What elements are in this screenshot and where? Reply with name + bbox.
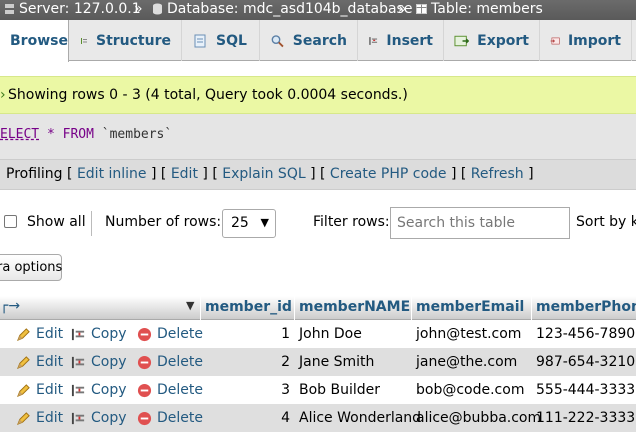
pencil-icon (17, 355, 30, 369)
cell-member-name[interactable]: Bob Builder (299, 382, 380, 398)
cell-member-id[interactable]: 1 (270, 326, 290, 342)
divider (91, 211, 92, 236)
cell-member-id[interactable]: 4 (270, 410, 290, 426)
server-icon (5, 4, 14, 14)
tab-search[interactable]: Search (260, 20, 358, 61)
cell-member-phone[interactable]: 123-456-7890 (536, 326, 635, 342)
structure-icon (80, 37, 87, 44)
copy-row-button[interactable]: Copy (71, 326, 127, 342)
cell-member-phone[interactable]: 987-654-3210 (536, 354, 635, 370)
delete-icon (137, 411, 152, 425)
show-all-checkbox[interactable] (4, 215, 17, 228)
table-row: Edit Copy Delete 3 Bob Builder bob@code.com 55… (0, 376, 636, 404)
pencil-icon (17, 327, 30, 341)
chevron-down-icon: ▼ (260, 216, 269, 229)
edit-row-button[interactable]: Edit (16, 382, 63, 398)
copy-icon (71, 412, 85, 424)
sql-icon (194, 34, 206, 47)
edit-row-button[interactable]: Edit (16, 354, 63, 370)
cell-member-id[interactable]: 2 (270, 354, 290, 370)
copy-icon (71, 356, 85, 368)
cell-member-name[interactable]: Jane Smith (299, 354, 374, 370)
breadcrumb-separator: » (398, 1, 407, 17)
breadcrumb-database[interactable]: Database: mdc_asd104b_database (152, 1, 412, 17)
table-row: Edit Copy Delete 2 Jane Smith jane@the.com 987… (0, 348, 636, 376)
delete-row-button[interactable]: Delete (137, 382, 203, 398)
edit-link[interactable]: Edit (171, 166, 198, 182)
sql-query[interactable]: ELECT * FROM `members` (0, 114, 636, 160)
table-row: Edit Copy Delete 4 Alice Wonderland alice@bub… (0, 404, 636, 432)
delete-icon (137, 383, 152, 397)
show-all-label: Show all (27, 214, 86, 230)
tab-structure[interactable]: Structure (70, 20, 182, 61)
column-member-name[interactable]: memberNAME (299, 299, 410, 315)
number-of-rows-label: Number of rows: (105, 214, 222, 230)
pencil-icon (17, 411, 30, 425)
delete-row-button[interactable]: Delete (137, 354, 203, 370)
edit-inline-link[interactable]: Edit inline (77, 166, 147, 182)
cell-member-name[interactable]: John Doe (299, 326, 362, 342)
success-message: › Showing rows 0 - 3 (4 total, Query too… (0, 76, 636, 114)
refresh-link[interactable]: Refresh (471, 166, 524, 182)
tab-bar: Browse Structure SQL Search Insert Expor… (0, 20, 636, 62)
export-icon (454, 35, 470, 46)
cell-member-phone[interactable]: 111-222-3333 (536, 410, 635, 426)
breadcrumb: Server: 127.0.0.1 » Database: mdc_asd104… (0, 0, 636, 20)
tab-import[interactable]: Import (540, 20, 632, 61)
sort-by-key-label: Sort by ke (576, 214, 636, 230)
breadcrumb-server[interactable]: Server: 127.0.0.1 (4, 1, 141, 17)
query-links: Profiling [ Edit inline ] [ Edit ] [ Exp… (0, 160, 636, 190)
database-icon (153, 3, 162, 15)
breadcrumb-table[interactable]: Table: members (416, 1, 543, 17)
cell-member-email[interactable]: alice@bubba.com (416, 410, 541, 426)
cell-member-name[interactable]: Alice Wonderland (299, 410, 421, 426)
column-member-email[interactable]: memberEmail (416, 299, 524, 315)
breadcrumb-separator: » (134, 1, 143, 17)
edit-row-button[interactable]: Edit (16, 410, 63, 426)
pencil-icon (17, 383, 30, 397)
tab-browse[interactable]: Browse (0, 20, 69, 62)
copy-icon (71, 384, 85, 396)
extra-options-button[interactable]: ra options (0, 254, 62, 281)
check-icon: › (0, 87, 6, 103)
cell-member-email[interactable]: john@test.com (416, 326, 521, 342)
search-icon (271, 34, 284, 47)
cell-member-id[interactable]: 3 (270, 382, 290, 398)
edit-row-button[interactable]: Edit (16, 326, 63, 342)
import-icon (550, 37, 560, 44)
sort-arrow-icon[interactable]: ▼ (186, 299, 194, 312)
insert-icon (369, 36, 378, 45)
delete-icon (137, 327, 152, 341)
table-row: Edit Copy Delete 1 John Doe john@test.com 123-… (0, 320, 636, 348)
delete-row-button[interactable]: Delete (137, 326, 203, 342)
create-php-link[interactable]: Create PHP code (330, 166, 447, 182)
cell-member-phone[interactable]: 555-444-3333 (536, 382, 635, 398)
copy-row-button[interactable]: Copy (71, 382, 127, 398)
copy-row-button[interactable]: Copy (71, 354, 127, 370)
navigation-bar: Show all Number of rows: 25 ▼ Filter row… (0, 203, 636, 243)
column-member-phone[interactable]: memberPhone (536, 299, 636, 315)
column-toggle-icon[interactable]: ┌→ (0, 298, 20, 314)
table-icon (416, 4, 427, 14)
tab-insert[interactable]: Insert (358, 20, 444, 61)
rows-per-page-select[interactable]: 25 ▼ (222, 209, 276, 238)
cell-member-email[interactable]: jane@the.com (416, 354, 517, 370)
copy-row-button[interactable]: Copy (71, 410, 127, 426)
copy-icon (71, 328, 85, 340)
tab-sql[interactable]: SQL (182, 20, 260, 61)
profiling-label[interactable]: Profiling (6, 166, 63, 182)
cell-member-email[interactable]: bob@code.com (416, 382, 524, 398)
table-header: ┌→ ▼ member_id memberNAME memberEmail me… (0, 296, 636, 320)
delete-row-button[interactable]: Delete (137, 410, 203, 426)
tab-export[interactable]: Export (444, 20, 540, 61)
filter-search-input[interactable]: Search this table (390, 207, 570, 239)
filter-rows-label: Filter rows: (313, 214, 390, 230)
explain-sql-link[interactable]: Explain SQL (222, 166, 305, 182)
delete-icon (137, 355, 152, 369)
column-member-id[interactable]: member_id (205, 299, 292, 315)
